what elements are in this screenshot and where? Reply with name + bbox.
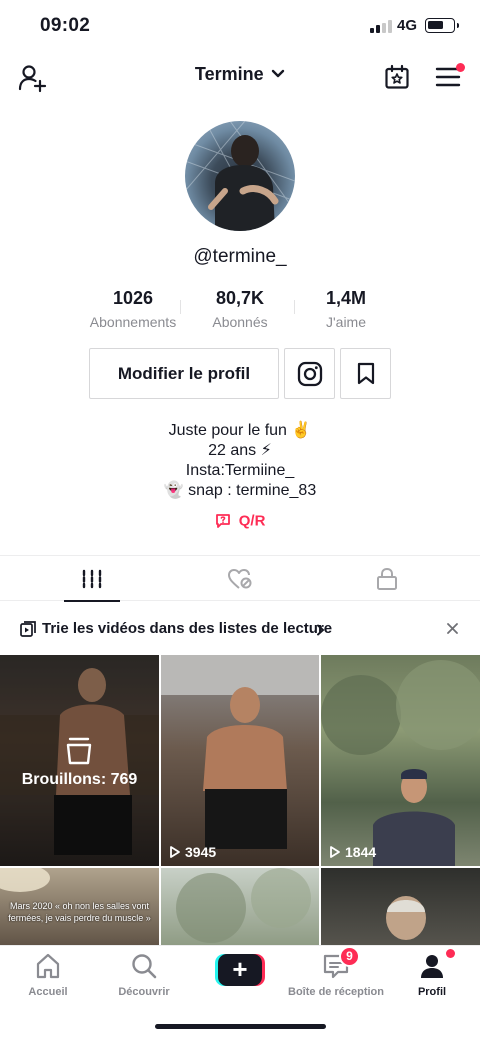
notification-dot xyxy=(456,63,465,72)
nav-inbox[interactable]: Boîte de réception xyxy=(288,950,384,998)
video-thumbnail xyxy=(176,868,311,943)
nav-discover[interactable]: Découvrir xyxy=(96,950,192,998)
bookmark-icon xyxy=(357,362,374,384)
view-count: 1844 xyxy=(329,844,376,860)
nav-inbox-label: Boîte de réception xyxy=(288,986,384,998)
following-stat[interactable]: 1026 Abonnements xyxy=(73,288,193,330)
lock-icon xyxy=(377,567,397,590)
view-count-value: 1844 xyxy=(345,844,377,860)
close-icon xyxy=(446,622,458,634)
events-button[interactable] xyxy=(381,61,413,93)
edit-profile-button[interactable]: Modifier le profil xyxy=(89,348,279,399)
inbox-badge: 9 xyxy=(339,946,360,967)
followers-label: Abonnés xyxy=(212,314,268,330)
playlist-banner-text: Trie les vidéos dans des listes de lectu… xyxy=(42,620,333,637)
drafts-icon xyxy=(66,737,92,765)
video-tile[interactable]: 1844 xyxy=(321,655,480,866)
qa-label: Q/R xyxy=(238,512,266,530)
menu-button[interactable] xyxy=(432,61,465,93)
bio-line: 👻 snap : termine_83 xyxy=(163,482,317,499)
instagram-button[interactable] xyxy=(284,348,335,399)
profile-header: Termine xyxy=(0,52,480,102)
question-bubble-icon xyxy=(215,514,230,528)
nav-discover-label: Découvrir xyxy=(118,986,170,998)
view-count-value: 3945 xyxy=(185,844,217,860)
followers-stat[interactable]: 80,7K Abonnés xyxy=(180,288,300,330)
following-count: 1026 xyxy=(112,288,154,308)
bio-line: Juste pour le fun ✌️ xyxy=(168,422,312,439)
video-tile[interactable] xyxy=(321,868,480,945)
likes-label: J'aime xyxy=(325,314,367,330)
play-icon xyxy=(330,846,340,858)
avatar[interactable] xyxy=(185,121,295,231)
nav-profile-label: Profil xyxy=(417,986,447,998)
liked-hidden-icon xyxy=(228,568,252,589)
video-thumbnail xyxy=(386,896,426,940)
video-tile[interactable]: Mars 2020 « oh non les salles vont fermé… xyxy=(0,868,159,945)
nav-home[interactable]: Accueil xyxy=(0,950,96,998)
username: @termine_ xyxy=(193,246,287,267)
nav-home-label: Accueil xyxy=(28,986,68,998)
bio-line: Insta:Termiine_ xyxy=(185,462,295,479)
avatar-photo xyxy=(185,121,295,231)
tab-private[interactable] xyxy=(307,556,467,601)
video-tile[interactable] xyxy=(161,868,319,945)
play-icon xyxy=(170,846,180,858)
following-label: Abonnements xyxy=(89,314,177,330)
video-grid: Brouillons: 769 3945 1844 Mars 2020 « oh… xyxy=(0,655,480,945)
status-time: 09:02 xyxy=(40,15,91,36)
tab-videos[interactable] xyxy=(12,556,172,602)
status-bar: 09:02 4G xyxy=(0,0,480,52)
instagram-icon xyxy=(297,361,322,386)
view-count: 3945 xyxy=(169,844,216,860)
video-tile[interactable]: 3945 xyxy=(161,655,319,866)
playlist-icon xyxy=(20,621,36,637)
video-caption: Mars 2020 « oh non les salles vont fermé… xyxy=(8,901,151,923)
profile-bio: Juste pour le fun ✌️ 22 ans ⚡ Insta:Term… xyxy=(0,421,480,501)
home-indicator xyxy=(155,1024,326,1029)
profile-icon xyxy=(421,955,443,978)
signal-icon xyxy=(370,20,392,33)
battery-icon xyxy=(425,18,459,33)
likes-count: 1,4M xyxy=(325,288,367,308)
qa-link[interactable]: Q/R xyxy=(0,512,480,530)
video-thumbnail xyxy=(321,660,480,866)
network-type: 4G xyxy=(397,17,418,34)
chevron-down-icon xyxy=(271,69,285,78)
nav-profile[interactable]: Profil xyxy=(384,950,480,998)
account-name: Termine xyxy=(194,64,264,84)
drafts-overlay: Brouillons: 769 xyxy=(0,655,159,866)
search-icon xyxy=(132,954,157,979)
followers-count: 80,7K xyxy=(215,288,265,308)
bio-line: 22 ans ⚡ xyxy=(208,442,272,459)
profile-notification-dot xyxy=(446,949,455,958)
chevron-right-icon xyxy=(317,624,325,636)
home-icon xyxy=(36,953,60,979)
favorites-button[interactable] xyxy=(340,348,391,399)
plus-icon: + xyxy=(218,954,262,986)
close-banner-button[interactable] xyxy=(442,618,462,638)
drafts-tile[interactable]: Brouillons: 769 xyxy=(0,655,159,866)
create-button[interactable]: + xyxy=(215,954,265,986)
videos-grid-icon xyxy=(82,569,102,588)
calendar-star-icon xyxy=(385,64,409,89)
video-thumbnail xyxy=(161,655,319,849)
profile-stats: 1026 Abonnements 80,7K Abonnés 1,4M J'ai… xyxy=(0,288,480,332)
drafts-label: Brouillons: 769 xyxy=(21,771,138,788)
content-tabs xyxy=(0,555,480,602)
playlist-banner[interactable]: Trie les vidéos dans des listes de lectu… xyxy=(0,602,480,654)
likes-stat[interactable]: 1,4M J'aime xyxy=(286,288,406,330)
tab-liked[interactable] xyxy=(160,556,320,601)
